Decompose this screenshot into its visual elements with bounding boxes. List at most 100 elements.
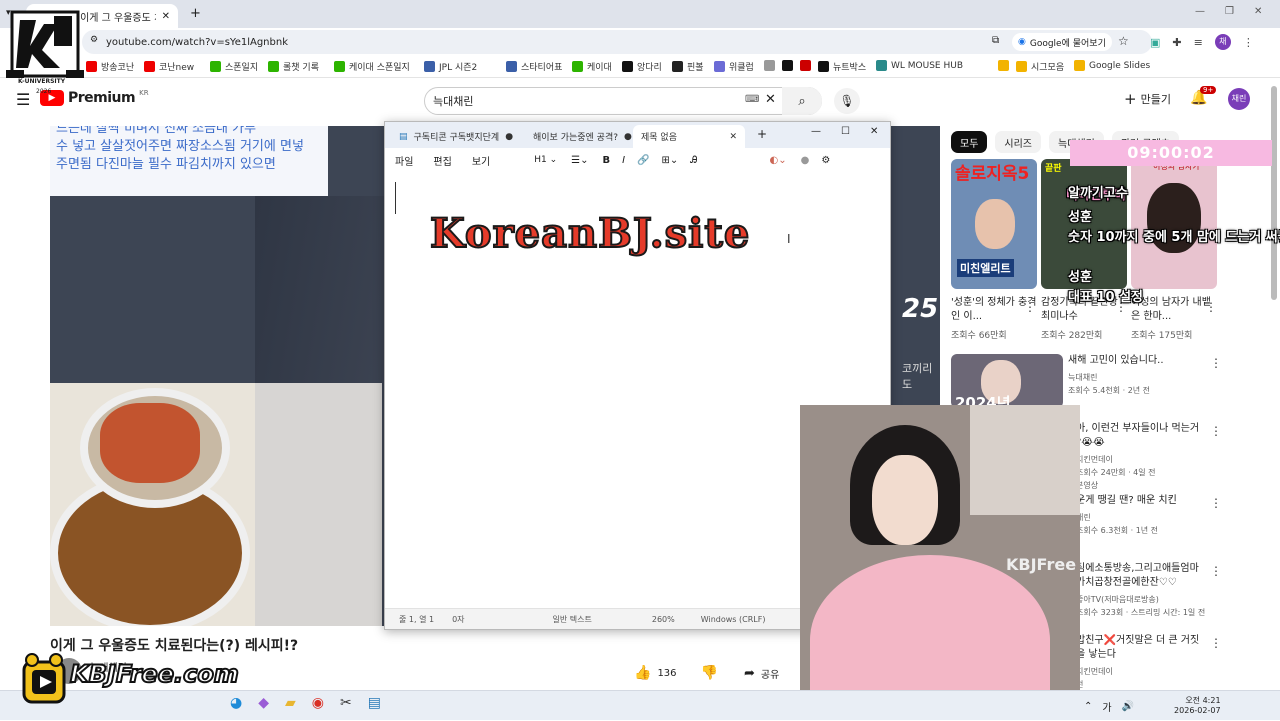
extension-icon[interactable]: ▣ — [1150, 36, 1160, 49]
search-input[interactable]: 늑대채린 ⌨ ✕ — [424, 87, 822, 115]
short-thumbnail-1[interactable]: 솔로지옥5 미친엘리트 — [951, 159, 1037, 289]
voice-search-button[interactable]: 🎙 — [834, 88, 860, 114]
bookmark-item[interactable] — [782, 60, 793, 71]
create-button[interactable]: + 만들기 — [1124, 90, 1171, 108]
bookmark-star-icon[interactable]: ☆ — [1118, 34, 1129, 48]
bookmark-label: 방송코난 — [101, 63, 135, 73]
search-button[interactable]: ⌕ — [782, 87, 822, 115]
clear-format-icon[interactable]: Ꭿ — [690, 155, 697, 166]
bookmark-item[interactable]: 코난new — [144, 60, 194, 73]
cast-icon[interactable]: ⧉ — [992, 35, 999, 46]
more-options-icon[interactable]: ⋮ — [1205, 300, 1217, 314]
bookmark-item[interactable] — [764, 60, 775, 71]
tab-close-icon[interactable]: ✕ — [162, 11, 170, 22]
status-zoom[interactable]: 260% — [652, 615, 675, 624]
profile-avatar[interactable]: 채 — [1214, 34, 1231, 50]
bookmark-item[interactable]: WL MOUSE HUB — [876, 60, 963, 71]
more-options-icon[interactable]: ⋮ — [1210, 636, 1222, 650]
new-tab-button[interactable]: + — [190, 6, 201, 21]
ime-language[interactable]: 가 — [1102, 699, 1111, 714]
bookmark-item[interactable]: 핀볼 — [672, 60, 704, 73]
bookmark-item[interactable]: 시그모음 — [1016, 60, 1064, 73]
bookmark-item[interactable]: Google Slides — [1074, 60, 1150, 71]
thumbs-up-icon: 👍 — [634, 665, 652, 681]
list-item-4[interactable]: 팀에소통방송,그리고애들엄마 가치곱창전골에한잔♡♡ 좋아TV(저마음대로방송)… — [1076, 562, 1226, 618]
copilot-icon[interactable]: ◐⌄ — [770, 155, 787, 166]
account-avatar[interactable]: 채린 — [1228, 88, 1250, 110]
list-thumbnail-1[interactable]: 2024년 — [951, 354, 1063, 408]
notifications-button[interactable]: 🔔 9+ — [1190, 86, 1217, 106]
bookmark-item[interactable]: 위클럽 — [714, 60, 754, 73]
copilot-icon[interactable]: ◆ — [258, 695, 269, 711]
share-button[interactable]: ➦ 공유 — [744, 666, 779, 681]
bookmark-item[interactable]: 뉴트박스 — [818, 60, 866, 73]
minimize-icon[interactable]: — — [1195, 6, 1205, 17]
bookmark-item[interactable] — [998, 60, 1009, 71]
close-window-icon[interactable]: ✕ — [1254, 6, 1262, 17]
chip-all[interactable]: 모두 — [951, 131, 988, 153]
edge-icon[interactable]: ◕ — [230, 695, 242, 711]
list-icon[interactable]: ☰⌄ — [571, 155, 588, 166]
site-info-icon[interactable]: ⚙ — [90, 35, 98, 45]
minimize-icon[interactable]: — — [811, 126, 821, 137]
bookmark-item[interactable]: 케이대 스폰일지 — [334, 60, 410, 73]
list-item-2[interactable]: 아, 이런건 부자들이나 먹는거 ?😭😭 치킨먼데이 조회수 24만회 · 4일… — [1076, 422, 1226, 491]
tab-close-icon[interactable]: ✕ — [729, 132, 737, 142]
taskbar-app-icon[interactable]: ✂ — [340, 695, 352, 711]
keyboard-icon[interactable]: ⌨ — [745, 94, 759, 105]
more-options-icon[interactable]: ⋮ — [1210, 356, 1222, 370]
volume-icon[interactable]: 🔊 — [1122, 701, 1134, 712]
url-field[interactable]: ⚙ youtube.com/watch?v=sYe1lAgnbnk ⧉ ◉ Go… — [82, 30, 1152, 54]
status-format[interactable]: 일반 텍스트 — [553, 614, 592, 625]
file-explorer-icon[interactable]: ▰ — [285, 695, 296, 711]
bold-icon[interactable]: B — [602, 155, 610, 166]
menu-view[interactable]: 보기 — [472, 153, 490, 168]
link-icon[interactable]: 🔗 — [637, 155, 649, 166]
table-icon[interactable]: ⊞⌄ — [662, 155, 679, 166]
puzzle-icon[interactable]: ✚ — [1172, 36, 1181, 49]
maximize-icon[interactable]: ☐ — [841, 126, 850, 137]
short-thumbnail-3[interactable]: 이성의 남자가 — [1131, 159, 1217, 289]
more-options-icon[interactable]: ⋮ — [1210, 424, 1222, 438]
settings-gear-icon[interactable]: ⚙ — [821, 155, 830, 166]
list-item-5[interactable]: 밥친구❌거짓말은 더 큰 거짓 을 낳는다 치킨먼데이 전 — [1076, 634, 1226, 690]
status-line-ending[interactable]: Windows (CRLF) — [701, 615, 766, 624]
like-button[interactable]: 👍 136 — [634, 665, 677, 681]
bookmark-item[interactable] — [800, 60, 811, 71]
menu-edit[interactable]: 편집 — [433, 153, 451, 168]
chrome-menu-icon[interactable]: ⋮ — [1243, 36, 1254, 49]
bookmark-item[interactable]: 롤챗 기록 — [268, 60, 319, 73]
bookmark-item[interactable]: 방송코난 — [86, 60, 134, 73]
reading-list-icon[interactable]: ≡ — [1194, 36, 1203, 49]
page-scrollbar[interactable] — [1271, 86, 1277, 300]
clear-search-icon[interactable]: ✕ — [765, 92, 776, 107]
heading-dropdown[interactable]: H1 ⌄ — [534, 155, 557, 165]
bookmark-item[interactable]: 케이대 — [572, 60, 612, 73]
taskbar-clock[interactable]: 오전 4:21 2026-02-07 — [1174, 696, 1221, 716]
bookmark-item[interactable]: JPL 시즌2 — [424, 60, 477, 73]
account-icon[interactable]: ● — [801, 155, 810, 166]
list-item-1[interactable]: 새해 고민이 있습니다.. 늑대채린 조회수 5.4천회 · 2년 전 — [1068, 354, 1218, 396]
google-ask-button[interactable]: ◉ Google에 물어보기 — [1012, 33, 1112, 51]
chip-series[interactable]: 시리즈 — [995, 131, 1042, 153]
bookmark-item[interactable]: 스폰일지 — [210, 60, 258, 73]
bookmark-item[interactable]: 앙다리 — [622, 60, 662, 73]
notepad-tab-2[interactable]: 해이보 가는중엔 공격? ● — [525, 125, 640, 148]
dislike-button[interactable]: 👎 — [701, 665, 718, 681]
maximize-icon[interactable]: ❐ — [1225, 6, 1234, 17]
bookmark-item[interactable]: 스타티어표 — [506, 60, 562, 73]
close-window-icon[interactable]: ✕ — [870, 126, 878, 137]
italic-icon[interactable]: I — [622, 155, 625, 166]
more-options-icon[interactable]: ⋮ — [1210, 496, 1222, 510]
notepad-taskbar-icon[interactable]: ▤ — [368, 695, 381, 711]
list-item-3[interactable]: 운게 땡길 땐? 매운 치킨 채린 조회수 6.3천회 · 1년 전 — [1076, 494, 1226, 536]
more-options-icon[interactable]: ⋮ — [1024, 300, 1036, 314]
notepad-tab-active[interactable]: 제목 없음 ✕ — [633, 125, 745, 148]
notepad-new-tab-button[interactable]: + — [757, 127, 767, 141]
notepad-tab-1[interactable]: ▤ 구독티콘 구독뱃지단계 ● — [391, 125, 521, 148]
more-options-icon[interactable]: ⋮ — [1210, 564, 1222, 578]
tray-chevron-icon[interactable]: ⌃ — [1084, 701, 1092, 712]
menu-file[interactable]: 파일 — [395, 153, 413, 168]
chrome-icon[interactable]: ◉ — [312, 695, 324, 711]
bookmark-label: 케이대 스폰일지 — [349, 63, 410, 73]
